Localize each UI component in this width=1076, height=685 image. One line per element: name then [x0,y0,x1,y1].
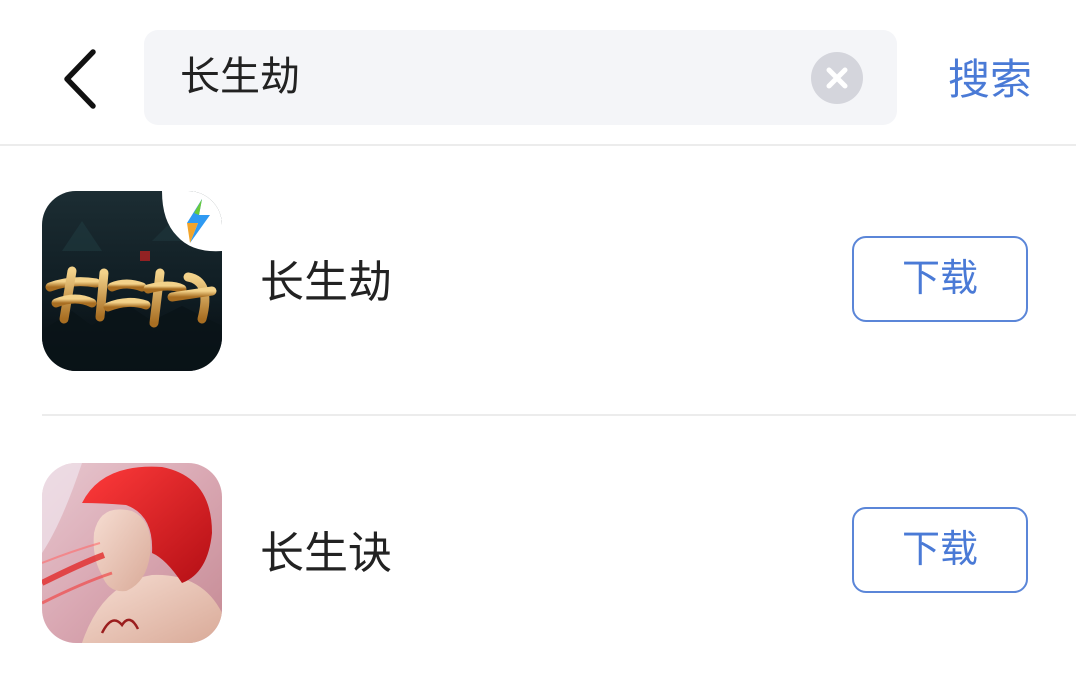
app-name: 长生诀 [260,528,392,579]
search-input[interactable] [180,30,800,125]
chevron-left-icon [64,49,96,109]
close-icon [826,67,848,89]
search-box [144,30,897,125]
search-results-page: 搜索 [0,0,1076,685]
list-item[interactable]: 长生劫 下载 [0,146,1076,417]
download-button[interactable]: 下载 [852,507,1028,593]
search-header: 搜索 [0,0,1076,146]
clear-search-button[interactable] [811,52,863,104]
divider [42,414,1076,416]
download-button[interactable]: 下载 [852,236,1028,322]
list-item[interactable]: 长生诀 下载 [0,417,1076,685]
results-list: 长生劫 下载 长生诀 下载 [0,146,1076,685]
search-button[interactable]: 搜索 [930,40,1050,120]
back-button[interactable] [50,44,110,114]
app-icon-changshengjie[interactable] [42,191,222,371]
app-icon-changshengjue[interactable] [42,463,222,643]
app-name: 长生劫 [260,257,392,308]
